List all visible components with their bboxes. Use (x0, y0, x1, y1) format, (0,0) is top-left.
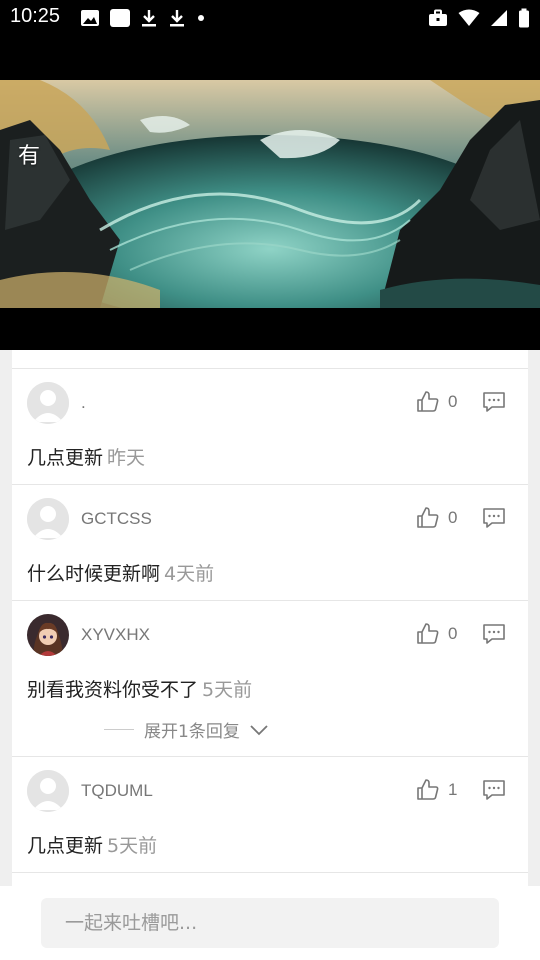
comment-content: 几点更新 昨天 (27, 443, 145, 470)
status-left-icons (80, 8, 206, 28)
comment-input-bar (0, 886, 540, 960)
banner-title: 有 (18, 143, 41, 168)
comment-text: 几点更新 (27, 447, 104, 469)
anime-girl-avatar-icon (27, 614, 69, 656)
avatar[interactable] (27, 770, 69, 812)
comment-item: TQDUML 1 几点更新 5天前 (12, 757, 528, 873)
username[interactable]: GCTCSS (81, 509, 152, 529)
image-icon (81, 10, 99, 26)
thumbs-up-icon (417, 779, 439, 800)
chevron-down-icon (250, 724, 268, 735)
comment-time: 4天前 (164, 563, 215, 585)
like-button[interactable]: 0 (416, 621, 457, 647)
comment-text: 几点更新 (27, 835, 104, 857)
thumbs-up-icon (417, 507, 439, 528)
download-icon (170, 10, 184, 27)
comment-content: 几点更新 5天前 (27, 831, 157, 858)
username[interactable]: XYVXHX (81, 625, 150, 645)
comment-reply-icon[interactable] (482, 779, 506, 801)
expand-replies-label: 展开1条回复 (144, 722, 240, 742)
avatar[interactable] (27, 382, 69, 424)
comment-item: . 0 几点更新 昨天 (12, 369, 528, 485)
comment-input[interactable] (41, 898, 499, 948)
comment-reply-icon[interactable] (482, 623, 506, 645)
comment-reply-icon[interactable] (482, 507, 506, 529)
wifi-icon (458, 9, 480, 26)
like-button[interactable]: 1 (416, 777, 457, 803)
comment-time: 昨天 (107, 447, 146, 469)
briefcase-icon (429, 9, 447, 26)
comment-time: 5天前 (202, 679, 253, 701)
like-count: 0 (448, 624, 458, 643)
default-avatar-icon (27, 382, 69, 424)
app-icon (110, 9, 130, 27)
avatar[interactable] (27, 614, 69, 656)
like-button[interactable]: 0 (416, 389, 457, 415)
toolbar-spacer (0, 36, 540, 80)
like-count: 0 (448, 392, 458, 411)
sea-landscape-image (0, 80, 540, 308)
signal-icon (491, 10, 507, 26)
comment-list[interactable]: . 0 几点更新昨天 GCTCSS 0 什么时候更新啊4天前 XYVXHX (12, 350, 528, 886)
status-bar: 10:25 (0, 0, 540, 36)
comment-content: 别看我资料你受不了 5天前 (27, 675, 252, 702)
comment-text: 什么时候更新啊 (27, 563, 161, 585)
comment-content: 什么时候更新啊 4天前 (27, 559, 214, 586)
comment-time: 5天前 (107, 835, 158, 857)
default-avatar-icon (27, 498, 69, 540)
comment-reply-icon[interactable] (482, 391, 506, 413)
default-avatar-icon (27, 770, 69, 812)
divider-line (104, 729, 134, 730)
banner-image: 有 (0, 80, 540, 308)
username[interactable]: . (81, 393, 86, 413)
avatar[interactable] (27, 498, 69, 540)
comment-item: GCTCSS 0 什么时候更新啊 4天前 (12, 485, 528, 601)
comment-text: 别看我资料你受不了 (27, 679, 199, 701)
status-right-icons (428, 8, 530, 28)
username[interactable]: TQDUML (81, 781, 153, 801)
status-time: 10:25 (10, 5, 61, 27)
banner-bottom-bar (0, 308, 540, 350)
battery-icon (519, 8, 529, 28)
thumbs-up-icon (417, 391, 439, 412)
like-button[interactable]: 0 (416, 505, 457, 531)
like-count: 0 (448, 508, 458, 527)
previous-comment-stub (12, 350, 528, 369)
dot-icon (198, 15, 204, 21)
thumbs-up-icon (417, 623, 439, 644)
download-icon (142, 10, 156, 27)
expand-replies-button[interactable]: 展开1条回复 (104, 717, 268, 742)
like-count: 1 (448, 780, 458, 799)
comment-item: XYVXHX 0 别看我资料你受不了 5天前 展开1条回复 (12, 601, 528, 757)
